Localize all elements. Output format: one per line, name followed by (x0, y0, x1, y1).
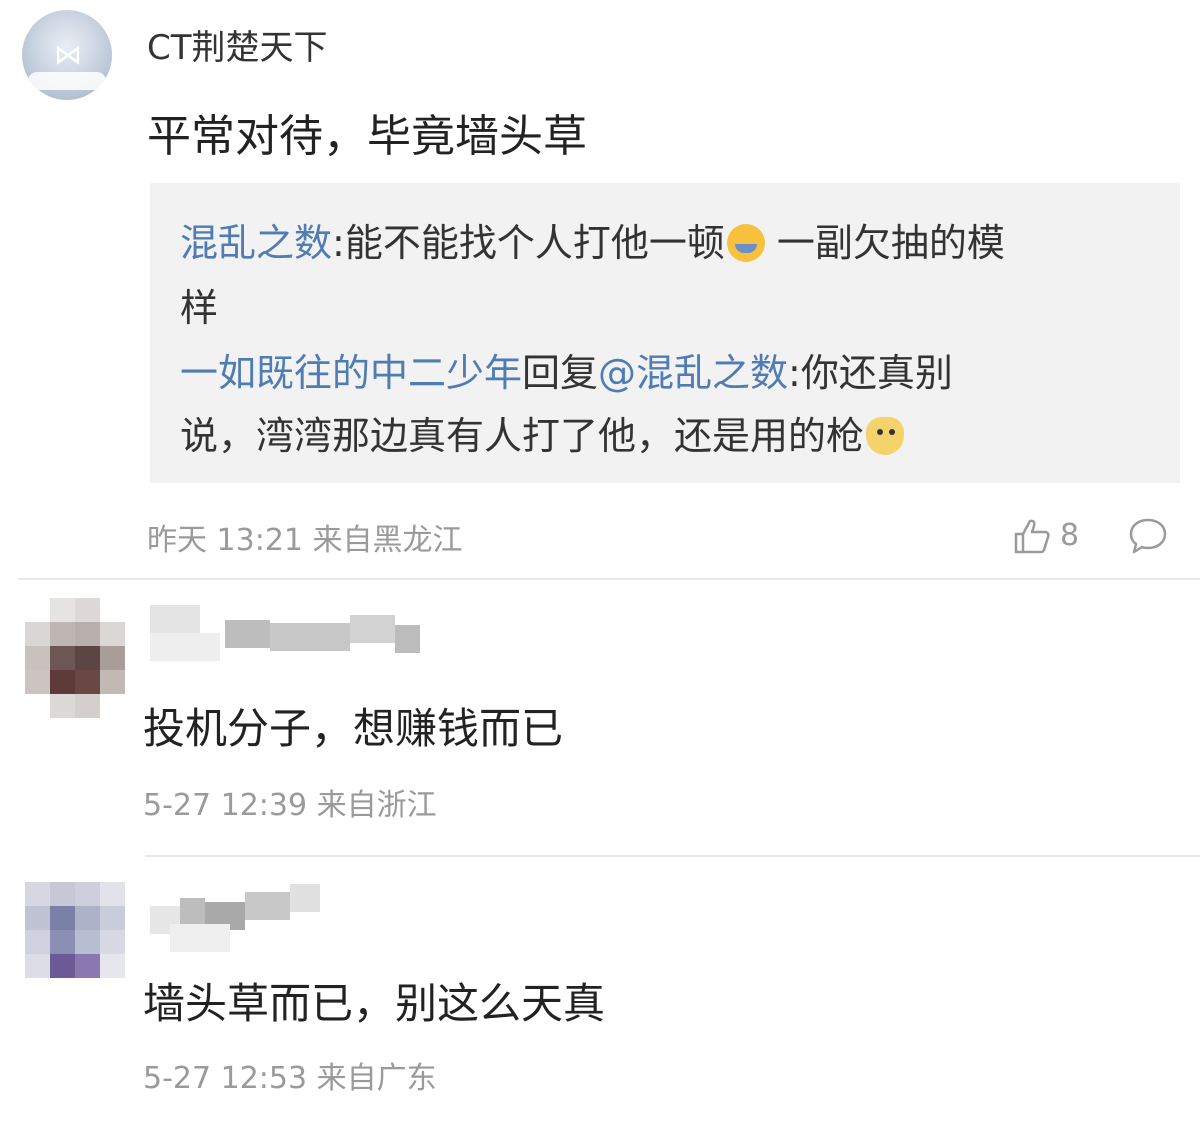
avatar-cloud (28, 72, 106, 90)
comment-text: 墙头草而已，别这么天真 (143, 979, 606, 1028)
username-pixelated[interactable] (150, 880, 320, 952)
comment-text: 平常对待，毕竟墙头草 (147, 111, 587, 162)
quote-line-1: 混乱之数:能不能找个人打他一顿 一副欠抽的模 (180, 212, 1005, 267)
comment-location: 来自黑龙江 (312, 523, 463, 558)
quote-text: 说，湾湾那边真有人打了他，还是用的枪 (180, 414, 865, 458)
comment-username[interactable]: CT荆楚天下 (147, 20, 328, 69)
comment-time: 昨天 13:21 (147, 523, 303, 558)
quote-text: :你还真别 (788, 351, 953, 395)
doge-emoji-icon (866, 417, 905, 455)
quote-user-link[interactable]: 混乱之数 (180, 221, 332, 265)
reply-label: 回复 (522, 351, 599, 395)
divider (18, 578, 1200, 580)
thumbs-up-icon[interactable] (1012, 516, 1052, 556)
mention-link[interactable]: @混乱之数 (598, 351, 788, 395)
comment-time: 5-27 12:39 (143, 788, 308, 823)
avatar-logo-icon: ⋈ (54, 38, 82, 71)
quote-user-link[interactable]: 一如既往的中二少年 (180, 351, 522, 395)
quote-line-3: 一如既往的中二少年回复@混乱之数:你还真别 (180, 342, 953, 397)
comment-location: 来自浙江 (316, 788, 437, 823)
like-count: 8 (1060, 518, 1080, 553)
laugh-cry-emoji-icon (726, 224, 765, 262)
comment-location: 来自广东 (316, 1061, 437, 1096)
comment-bubble-icon[interactable] (1127, 516, 1169, 556)
quote-line-2: 样 (180, 286, 219, 330)
username-pixelated[interactable] (150, 605, 420, 665)
comment-meta: 昨天 13:21 来自黑龙江 (147, 515, 463, 559)
quote-line-4: 说，湾湾那边真有人打了他，还是用的枪 (180, 405, 905, 460)
quote-text: 一副欠抽的模 (776, 221, 1005, 265)
comment-text: 投机分子，想赚钱而已 (143, 704, 564, 753)
avatar-pixelated[interactable] (25, 598, 125, 718)
avatar[interactable]: ⋈ (22, 10, 112, 100)
quote-text: :能不能找个人打他一顿 (332, 221, 725, 265)
comment-time: 5-27 12:53 (143, 1061, 308, 1096)
comment-meta: 5-27 12:39 来自浙江 (143, 780, 437, 824)
divider (145, 855, 1200, 857)
avatar-pixelated[interactable] (25, 882, 125, 1002)
comment-meta: 5-27 12:53 来自广东 (143, 1053, 437, 1097)
